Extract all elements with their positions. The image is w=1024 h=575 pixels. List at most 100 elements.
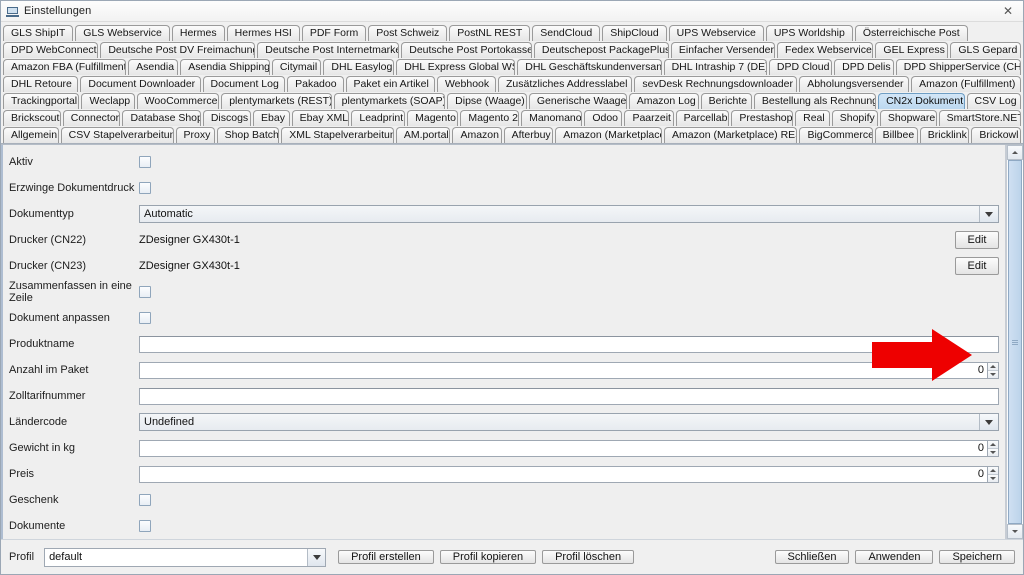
select-dokumenttyp[interactable]: Automatic (139, 205, 999, 223)
checkbox-geschenk[interactable] (139, 494, 151, 506)
scrollbar-thumb[interactable] (1008, 160, 1022, 524)
checkbox-aktiv[interactable] (139, 156, 151, 168)
tab-magento-2[interactable]: Magento 2 (460, 110, 520, 126)
tab-real[interactable]: Real (795, 110, 830, 126)
tab-dpd-cloud[interactable]: DPD Cloud (768, 59, 833, 75)
tab-brickscout[interactable]: Brickscout (3, 110, 61, 126)
tab-weclapp[interactable]: Weclapp (81, 93, 135, 109)
tab-post-schweiz[interactable]: Post Schweiz (368, 25, 448, 41)
tab-dhl-retoure[interactable]: DHL Retoure (3, 76, 79, 92)
tab-document-downloader[interactable]: Document Downloader (80, 76, 201, 92)
input-zolltarifnummer[interactable] (139, 387, 999, 405)
input-produktname[interactable] (139, 335, 999, 353)
tab-ebay-xml[interactable]: Ebay XML (291, 110, 350, 126)
chevron-down-icon[interactable] (979, 414, 998, 430)
tab-amazon-marketplace[interactable]: Amazon (Marketplace) (555, 127, 663, 143)
tab-pdf-form[interactable]: PDF Form (301, 25, 367, 41)
spinner-preis[interactable]: 0 (139, 465, 999, 483)
tab-dhl-easylog[interactable]: DHL Easylog (323, 59, 395, 75)
tab-sevdesk-rechnungsdownloader[interactable]: sevDesk Rechnungsdownloader (634, 76, 798, 92)
spinner-buttons-gewicht-in-kg[interactable] (988, 439, 999, 457)
chevron-down-icon[interactable] (307, 548, 326, 566)
tab-brickowl[interactable]: Brickowl (971, 127, 1021, 143)
tab-amazon[interactable]: Amazon (452, 127, 502, 143)
checkbox-zusammenfassen-in-eine-zeile[interactable] (139, 286, 151, 298)
spinner-buttons-anzahl-im-paket[interactable] (988, 361, 999, 379)
spinner-down-icon[interactable] (988, 370, 998, 378)
tab-odoo[interactable]: Odoo (584, 110, 623, 126)
tab-document-log[interactable]: Document Log (202, 76, 286, 92)
edit-button-drucker-cn22[interactable]: Edit (955, 231, 999, 249)
button-profil-löschen[interactable]: Profil löschen (542, 550, 635, 564)
tab-database-shop[interactable]: Database Shop (122, 110, 201, 126)
select-laendercode[interactable]: Undefined (139, 413, 999, 431)
tab-plentymarkets-soap[interactable]: plentymarkets (SOAP) (333, 93, 446, 109)
tab-connector[interactable]: Connector (62, 110, 121, 126)
tab-shopware[interactable]: Shopware (879, 110, 937, 126)
tab-dpd-shipperservice-ch[interactable]: DPD ShipperService (CH) (895, 59, 1021, 75)
tab-magento[interactable]: Magento (407, 110, 459, 126)
tab-manomano[interactable]: Manomano (521, 110, 583, 126)
tab-gls-webservice[interactable]: GLS Webservice (75, 25, 170, 41)
tab-amazon-marketplace-rest[interactable]: Amazon (Marketplace) REST (664, 127, 798, 143)
tab-sterreichische-post[interactable]: Österreichische Post (854, 25, 968, 41)
spinner-down-icon[interactable] (988, 474, 998, 482)
checkbox-dokumente[interactable] (139, 520, 151, 532)
chevron-down-icon[interactable] (979, 206, 998, 222)
tab-paket-ein-artikel[interactable]: Paket ein Artikel (345, 76, 435, 92)
tab-webhook[interactable]: Webhook (436, 76, 497, 92)
spinner-value-preis[interactable]: 0 (139, 465, 988, 483)
tab-smartstore-net[interactable]: SmartStore.NET (938, 110, 1021, 126)
tab-ebay[interactable]: Ebay (253, 110, 290, 126)
checkbox-erzwinge-dokumentdruck[interactable] (139, 182, 151, 194)
spinner-down-icon[interactable] (988, 448, 998, 456)
tab-postnl-rest[interactable]: PostNL REST (449, 25, 531, 41)
tab-bestellung-als-rechnung[interactable]: Bestellung als Rechnung (753, 93, 877, 109)
tab-leadprint[interactable]: Leadprint (351, 110, 406, 126)
tab-dipse-waage[interactable]: Dipse (Waage) (447, 93, 527, 109)
tab-deutsche-post-dv-freimachung[interactable]: Deutsche Post DV Freimachung (100, 42, 256, 58)
tab-plentymarkets-rest[interactable]: plentymarkets (REST) (221, 93, 332, 109)
scroll-up-icon[interactable] (1007, 145, 1023, 160)
tab-shopify[interactable]: Shopify (831, 110, 878, 126)
tab-csv-stapelverarbeitung[interactable]: CSV Stapelverarbeitung (60, 127, 174, 143)
tab-woocommerce[interactable]: WooCommerce (136, 93, 220, 109)
tab-amazon-fulfillment[interactable]: Amazon (Fulfillment) (911, 76, 1022, 92)
tab-dhl-express-global-ws[interactable]: DHL Express Global WS (396, 59, 516, 75)
tab-einfacher-versender[interactable]: Einfacher Versender (670, 42, 776, 58)
scroll-down-icon[interactable] (1007, 524, 1023, 539)
tab-hermes-hsi[interactable]: Hermes HSI (226, 25, 300, 41)
tab-cn2x-dokument[interactable]: CN2x Dokument (878, 93, 965, 109)
tab-shop-batch[interactable]: Shop Batch (216, 127, 280, 143)
tab-csv-log[interactable]: CSV Log (966, 93, 1021, 109)
tab-deutschepost-packageplus[interactable]: Deutschepost PackagePlus (533, 42, 669, 58)
tab-generische-waage[interactable]: Generische Waage (528, 93, 627, 109)
tab-shipcloud[interactable]: ShipCloud (602, 25, 667, 41)
vertical-scrollbar[interactable] (1006, 145, 1023, 539)
tab-hermes[interactable]: Hermes (171, 25, 225, 41)
tab-parcellab[interactable]: Parcellab (675, 110, 730, 126)
spinner-anzahl-im-paket[interactable]: 0 (139, 361, 999, 379)
tab-xml-stapelverarbeitung[interactable]: XML Stapelverarbeitung (281, 127, 394, 143)
spinner-buttons-preis[interactable] (988, 465, 999, 483)
tab-ups-webservice[interactable]: UPS Webservice (668, 25, 764, 41)
tab-allgemein[interactable]: Allgemein (3, 127, 59, 143)
button-speichern[interactable]: Speichern (939, 550, 1015, 564)
edit-button-drucker-cn23[interactable]: Edit (955, 257, 999, 275)
spinner-up-icon[interactable] (988, 440, 998, 449)
tab-citymail[interactable]: Citymail (271, 59, 322, 75)
spinner-gewicht-in-kg[interactable]: 0 (139, 439, 999, 457)
tab-am-portal[interactable]: AM.portal (395, 127, 451, 143)
tab-asendia-shipping[interactable]: Asendia Shipping (180, 59, 270, 75)
tab-dpd-delis[interactable]: DPD Delis (834, 59, 894, 75)
tab-bricklink[interactable]: Bricklink (919, 127, 970, 143)
tab-dpd-webconnect[interactable]: DPD WebConnect (3, 42, 99, 58)
tab-dhl-intraship-7-de[interactable]: DHL Intraship 7 (DE) (663, 59, 767, 75)
tab-gel-express[interactable]: GEL Express (875, 42, 949, 58)
button-anwenden[interactable]: Anwenden (855, 550, 934, 564)
tab-asendia[interactable]: Asendia (128, 59, 179, 75)
tab-deutsche-post-portokasse[interactable]: Deutsche Post Portokasse (401, 42, 532, 58)
tab-berichte[interactable]: Berichte (700, 93, 752, 109)
tab-gls-shipit[interactable]: GLS ShipIT (3, 25, 74, 41)
button-schließen[interactable]: Schließen (774, 550, 850, 564)
